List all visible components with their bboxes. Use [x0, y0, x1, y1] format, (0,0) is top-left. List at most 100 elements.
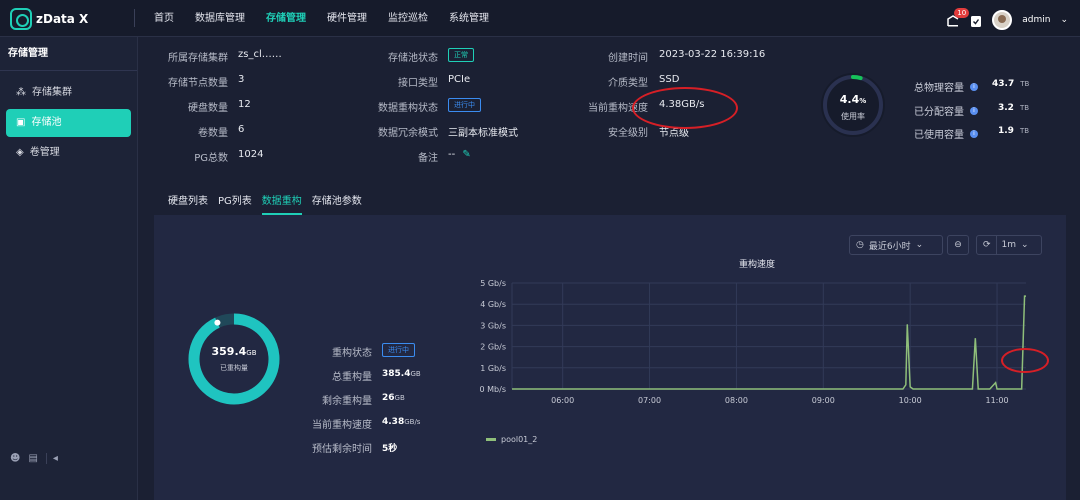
highlight-ellipse	[1001, 348, 1049, 373]
sidebar-item-cluster[interactable]: ⁂ 存储集群	[6, 79, 131, 107]
top-bar: zData X 首页 数据库管理 存储管理 硬件管理 监控巡检 系统管理 10 …	[0, 0, 1080, 37]
sidebar-item-volume[interactable]: ◈ 卷管理	[6, 139, 131, 167]
info-icon[interactable]: i	[970, 82, 978, 91]
value-created: 2023-03-22 16:39:16	[659, 49, 766, 60]
info-icon[interactable]: i	[970, 106, 978, 115]
stat-speed-unit: GB/s	[404, 418, 421, 426]
chart-title: 重构速度	[739, 260, 776, 270]
value-cluster: zs_cl……	[238, 49, 282, 60]
chevron-down-icon: ⌄	[915, 240, 924, 250]
nav-system[interactable]: 系统管理	[449, 0, 489, 37]
ring-label: 已重构量	[220, 364, 248, 372]
sidebar-title: 存储管理	[0, 37, 137, 71]
x-tick-label: 11:00	[986, 396, 1009, 405]
cluster-icon: ⁂	[16, 87, 26, 98]
sidebar-item-label: 卷管理	[29, 147, 60, 158]
capacity-total-value: 43.7	[992, 79, 1015, 89]
app-logo[interactable]: zData X	[10, 8, 88, 30]
value-pg-total: 1024	[238, 149, 264, 160]
chevron-down-icon[interactable]: ⌄	[1060, 15, 1068, 25]
label-security-level: 安全级别	[608, 128, 648, 139]
series-line	[512, 295, 1026, 390]
stat-speed-value: 4.38	[382, 417, 405, 427]
collapse-icon[interactable]: ◂	[45, 453, 58, 464]
tab-pool-params[interactable]: 存储池参数	[312, 192, 362, 215]
divider	[134, 9, 135, 27]
chat-icon[interactable]: ▤	[28, 453, 37, 464]
stat-remaining-label: 剩余重构量	[322, 396, 372, 407]
stat-total-unit: GB	[410, 370, 421, 378]
y-tick-label: 0 Mb/s	[480, 385, 506, 394]
stat-total-label: 总重构量	[332, 372, 372, 383]
stat-speed-label: 当前重构速度	[312, 420, 372, 431]
value-remark: --	[448, 149, 456, 160]
x-tick-label: 10:00	[899, 396, 922, 405]
y-tick-label: 1 Gb/s	[480, 364, 506, 373]
value-disk-count: 12	[238, 99, 251, 110]
ring-value: 359.4	[211, 345, 247, 358]
legend-label: pool01_2	[501, 435, 538, 444]
label-media-type: 介质类型	[608, 78, 648, 89]
sidebar-item-label: 存储集群	[32, 87, 72, 98]
nav-database[interactable]: 数据库管理	[195, 0, 245, 37]
zoom-out-button[interactable]: ⊖	[947, 235, 969, 255]
avatar[interactable]	[992, 10, 1013, 30]
main-nav: 首页 数据库管理 存储管理 硬件管理 监控巡检 系统管理	[154, 0, 510, 37]
zoom-out-icon: ⊖	[954, 240, 962, 250]
emoji-icon[interactable]: ☻	[10, 453, 20, 464]
nav-hardware[interactable]: 硬件管理	[327, 0, 367, 37]
main-content: 所属存储集群 zs_cl…… 存储节点数量 3 硬盘数量 12 卷数量 6 PG…	[154, 37, 1066, 500]
label-node-count: 存储节点数量	[168, 78, 228, 89]
nav-monitor[interactable]: 监控巡检	[388, 0, 428, 37]
tab-disk-list[interactable]: 硬盘列表	[168, 192, 208, 215]
refresh-icon: ⟳	[983, 240, 991, 250]
label-cluster: 所属存储集群	[168, 53, 228, 64]
status-badge: 正常	[448, 48, 474, 62]
nav-storage[interactable]: 存储管理	[266, 0, 306, 37]
x-tick-label: 09:00	[812, 396, 835, 405]
rebuild-panel: ◷ 最近6小时 ⌄ ⊖ ⟳ 1m ⌄ 359.4GB 已重构量 重构状态 进行中…	[154, 215, 1066, 500]
task-clipboard-icon[interactable]	[970, 14, 982, 28]
capacity-used-label: 已使用容量	[914, 130, 964, 141]
logo-icon	[10, 8, 32, 30]
chart-legend[interactable]: pool01_2	[486, 435, 537, 444]
value-redundancy: 三副本标准模式	[448, 128, 518, 139]
stat-eta-value: 5秒	[382, 444, 398, 454]
stat-remaining-value: 26	[382, 393, 395, 403]
user-name[interactable]: admin	[1022, 15, 1050, 25]
usage-sign: %	[859, 97, 867, 105]
app-name: zData X	[36, 12, 89, 26]
label-pg-total: PG总数	[194, 153, 228, 164]
highlight-ellipse	[632, 87, 738, 129]
nav-home[interactable]: 首页	[154, 0, 174, 37]
capacity-allocated-label: 已分配容量	[914, 107, 964, 118]
tab-pg-list[interactable]: PG列表	[218, 192, 252, 215]
tab-bar: 硬盘列表 PG列表 数据重构 存储池参数	[168, 192, 362, 215]
y-tick-label: 2 Gb/s	[480, 343, 506, 352]
edit-pencil-icon[interactable]: ✎	[462, 149, 470, 160]
chevron-down-icon: ⌄	[1021, 240, 1029, 250]
capacity-total-label: 总物理容量	[914, 83, 964, 94]
time-range-select[interactable]: ◷ 最近6小时 ⌄	[849, 235, 943, 255]
stat-eta-label: 预估剩余时间	[312, 444, 372, 455]
y-tick-label: 3 Gb/s	[480, 321, 506, 330]
capacity-unit: TB	[1020, 80, 1030, 88]
capacity-used-value: 1.9	[998, 126, 1014, 136]
value-volume-count: 6	[238, 124, 245, 135]
info-icon[interactable]: i	[970, 129, 978, 138]
refresh-interval-value: 1m	[1001, 240, 1017, 250]
volume-icon: ◈	[16, 147, 24, 158]
stat-remaining-unit: GB	[394, 394, 405, 402]
notification-bell-icon[interactable]: 10	[946, 8, 970, 28]
value-interface: PCIe	[448, 74, 471, 85]
rebuild-progress-ring: 359.4GB 已重构量	[186, 311, 282, 407]
y-tick-label: 4 Gb/s	[480, 300, 506, 309]
label-rebuild-status: 数据重构状态	[378, 103, 438, 114]
value-node-count: 3	[238, 74, 245, 85]
tab-data-rebuild[interactable]: 数据重构	[261, 192, 302, 215]
refresh-interval-select[interactable]: ⟳ 1m ⌄	[976, 235, 1042, 255]
capacity-allocated-value: 3.2	[998, 103, 1014, 113]
sidebar-tools: ☻ ▤ ◂	[10, 453, 58, 464]
sidebar: 存储管理 ⁂ 存储集群 ▣ 存储池 ◈ 卷管理 ☻ ▤ ◂	[0, 37, 138, 500]
sidebar-item-pool[interactable]: ▣ 存储池	[6, 109, 131, 137]
